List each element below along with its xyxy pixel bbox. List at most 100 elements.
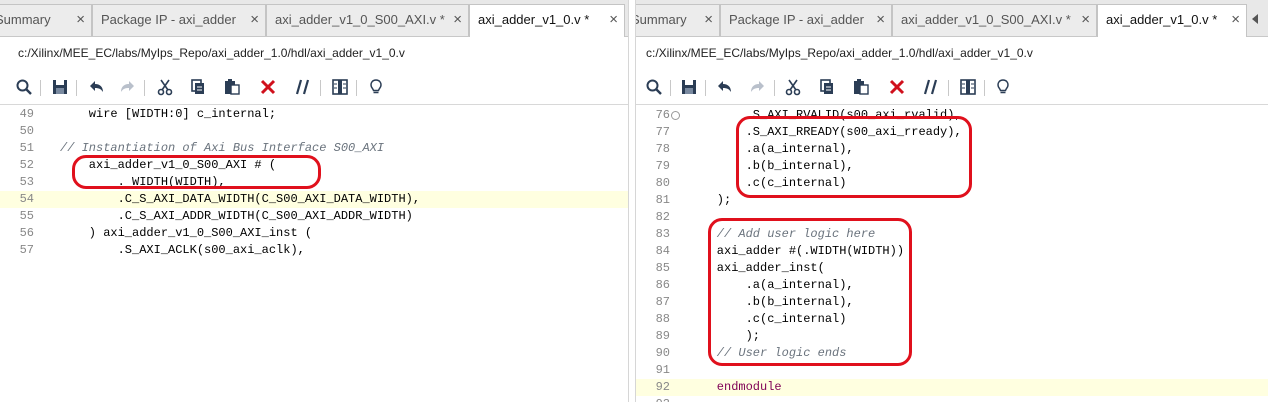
close-icon[interactable]: ×: [704, 5, 713, 35]
code-line[interactable]: 88 .c(c_internal): [636, 311, 1268, 328]
line-number: 90: [655, 346, 670, 360]
line-text: axi_adder_v1_0_S00_AXI # (: [60, 158, 277, 172]
close-icon[interactable]: ×: [876, 5, 885, 35]
code-line[interactable]: 51 // Instantiation of Axi Bus Interface …: [0, 140, 628, 157]
code-line[interactable]: 76 .S_AXI_RVALID(s00_axi_rvalid),: [636, 107, 1268, 124]
cut-icon[interactable]: [155, 77, 175, 97]
tab-label: axi_adder_v1_0_S00_AXI.v *: [275, 12, 445, 27]
code-line[interactable]: 86 .a(a_internal),: [636, 277, 1268, 294]
code-line[interactable]: 90 // User logic ends: [636, 345, 1268, 362]
code-line[interactable]: 78 .a(a_internal),: [636, 141, 1268, 158]
tab-bar: Summary × Package IP - axi_adder × axi_a…: [0, 0, 628, 37]
paste-icon[interactable]: [851, 77, 871, 97]
code-line-current[interactable]: 92 endmodule: [636, 379, 1268, 396]
code-line[interactable]: 77 .S_AXI_RREADY(s00_axi_rready),: [636, 124, 1268, 141]
close-icon[interactable]: ×: [453, 5, 462, 35]
insert-template-icon[interactable]: [993, 77, 1013, 97]
close-icon[interactable]: ×: [1081, 5, 1090, 35]
code-line[interactable]: 50: [0, 123, 628, 140]
code-line[interactable]: 91: [636, 362, 1268, 379]
column-select-icon[interactable]: [958, 77, 978, 97]
tab-axi-adder-s00-axi[interactable]: axi_adder_v1_0_S00_AXI.v * ×: [266, 4, 469, 36]
redo-icon[interactable]: [118, 77, 138, 97]
code-editor[interactable]: 49 wire [WIDTH:0] c_internal; 50 51 // In…: [0, 104, 628, 257]
line-number: 79: [655, 159, 670, 173]
close-icon[interactable]: ×: [76, 5, 85, 35]
code-line[interactable]: 55 .C_S_AXI_ADDR_WIDTH(C_S00_AXI_ADDR_WI…: [0, 208, 628, 225]
line-text: .C_S_AXI_DATA_WIDTH(C_S00_AXI_DATA_WIDTH…: [60, 192, 421, 206]
comment-toggle-icon[interactable]: [294, 77, 314, 97]
line-number: 82: [655, 210, 670, 224]
cut-icon[interactable]: [783, 77, 803, 97]
line-text: .c(c_internal): [688, 176, 847, 190]
tab-label: Package IP - axi_adder: [729, 12, 864, 27]
tab-label: Summary: [0, 12, 51, 27]
copy-icon[interactable]: [817, 77, 837, 97]
code-line[interactable]: 93: [636, 396, 1268, 402]
copy-icon[interactable]: [188, 77, 208, 97]
column-select-icon[interactable]: [330, 77, 350, 97]
tab-label: axi_adder_v1_0_S00_AXI.v *: [901, 12, 1071, 27]
insert-template-icon[interactable]: [366, 77, 386, 97]
line-text: axi_adder_inst(: [688, 261, 825, 275]
line-text: .a(a_internal),: [688, 278, 854, 292]
tab-summary[interactable]: Summary ×: [636, 4, 720, 36]
code-line[interactable]: 83 // Add user logic here: [636, 226, 1268, 243]
tab-package-ip[interactable]: Package IP - axi_adder ×: [92, 4, 266, 36]
save-icon[interactable]: [679, 77, 699, 97]
code-line[interactable]: 81 );: [636, 192, 1268, 209]
comment-toggle-icon[interactable]: [922, 77, 942, 97]
save-icon[interactable]: [50, 77, 70, 97]
line-number: 86: [655, 278, 670, 292]
code-line-current[interactable]: 54 .C_S_AXI_DATA_WIDTH(C_S00_AXI_DATA_WI…: [0, 191, 628, 208]
redo-icon[interactable]: [748, 77, 768, 97]
search-icon[interactable]: [644, 77, 664, 97]
delete-icon[interactable]: [887, 77, 907, 97]
close-icon[interactable]: ×: [1231, 5, 1240, 35]
code-line[interactable]: 87 .b(b_internal),: [636, 294, 1268, 311]
tab-label: axi_adder_v1_0.v *: [478, 12, 590, 27]
code-line[interactable]: 53 . WIDTH(WIDTH),: [0, 174, 628, 191]
code-line[interactable]: 49 wire [WIDTH:0] c_internal;: [0, 106, 628, 123]
code-line[interactable]: 79 .b(b_internal),: [636, 158, 1268, 175]
tab-axi-adder-s00-axi[interactable]: axi_adder_v1_0_S00_AXI.v * ×: [892, 4, 1097, 36]
editor-toolbar: [0, 74, 628, 102]
code-editor[interactable]: 76 .S_AXI_RVALID(s00_axi_rvalid), 77 .S_…: [636, 104, 1268, 402]
code-line[interactable]: 57 .S_AXI_ACLK(s00_axi_aclk),: [0, 242, 628, 259]
search-icon[interactable]: [14, 77, 34, 97]
close-icon[interactable]: ×: [609, 5, 618, 35]
line-text: );: [688, 329, 761, 343]
tab-axi-adder-v1-0[interactable]: axi_adder_v1_0.v * ×: [469, 4, 625, 37]
code-line[interactable]: 89 );: [636, 328, 1268, 345]
tab-axi-adder-v1-0[interactable]: axi_adder_v1_0.v * ×: [1097, 4, 1247, 37]
code-line[interactable]: 52 axi_adder_v1_0_S00_AXI # (: [0, 157, 628, 174]
close-icon[interactable]: ×: [250, 5, 259, 35]
line-text: .b(b_internal),: [688, 295, 854, 309]
line-number: 92: [655, 380, 670, 394]
line-text: );: [688, 193, 732, 207]
editor-toolbar: [636, 74, 1268, 102]
code-line[interactable]: 80 .c(c_internal): [636, 175, 1268, 192]
tab-label: Summary: [636, 12, 687, 27]
code-line[interactable]: 84 axi_adder #(.WIDTH(WIDTH)): [636, 243, 1268, 260]
line-number: 54: [19, 192, 34, 206]
line-number: 88: [655, 312, 670, 326]
tab-package-ip[interactable]: Package IP - axi_adder ×: [720, 4, 892, 36]
undo-icon[interactable]: [86, 77, 106, 97]
paste-icon[interactable]: [222, 77, 242, 97]
delete-icon[interactable]: [258, 77, 278, 97]
line-number: 53: [19, 175, 34, 189]
code-line[interactable]: 85 axi_adder_inst(: [636, 260, 1268, 277]
fold-toggle-icon[interactable]: [671, 111, 680, 120]
tab-scroll-left-icon[interactable]: [1250, 12, 1260, 24]
editor-pane-right: Summary × Package IP - axi_adder × axi_a…: [636, 0, 1268, 402]
line-text: .b(b_internal),: [688, 159, 854, 173]
code-line[interactable]: 82: [636, 209, 1268, 226]
undo-icon[interactable]: [714, 77, 734, 97]
tab-summary[interactable]: Summary ×: [0, 4, 92, 36]
file-path: c:/Xilinx/MEE_EC/labs/MyIps_Repo/axi_add…: [646, 46, 1033, 60]
code-line[interactable]: 56 ) axi_adder_v1_0_S00_AXI_inst (: [0, 225, 628, 242]
line-number: 55: [19, 209, 34, 223]
line-number: 77: [655, 125, 670, 139]
line-text: .C_S_AXI_ADDR_WIDTH(C_S00_AXI_ADDR_WIDTH…: [60, 209, 413, 223]
